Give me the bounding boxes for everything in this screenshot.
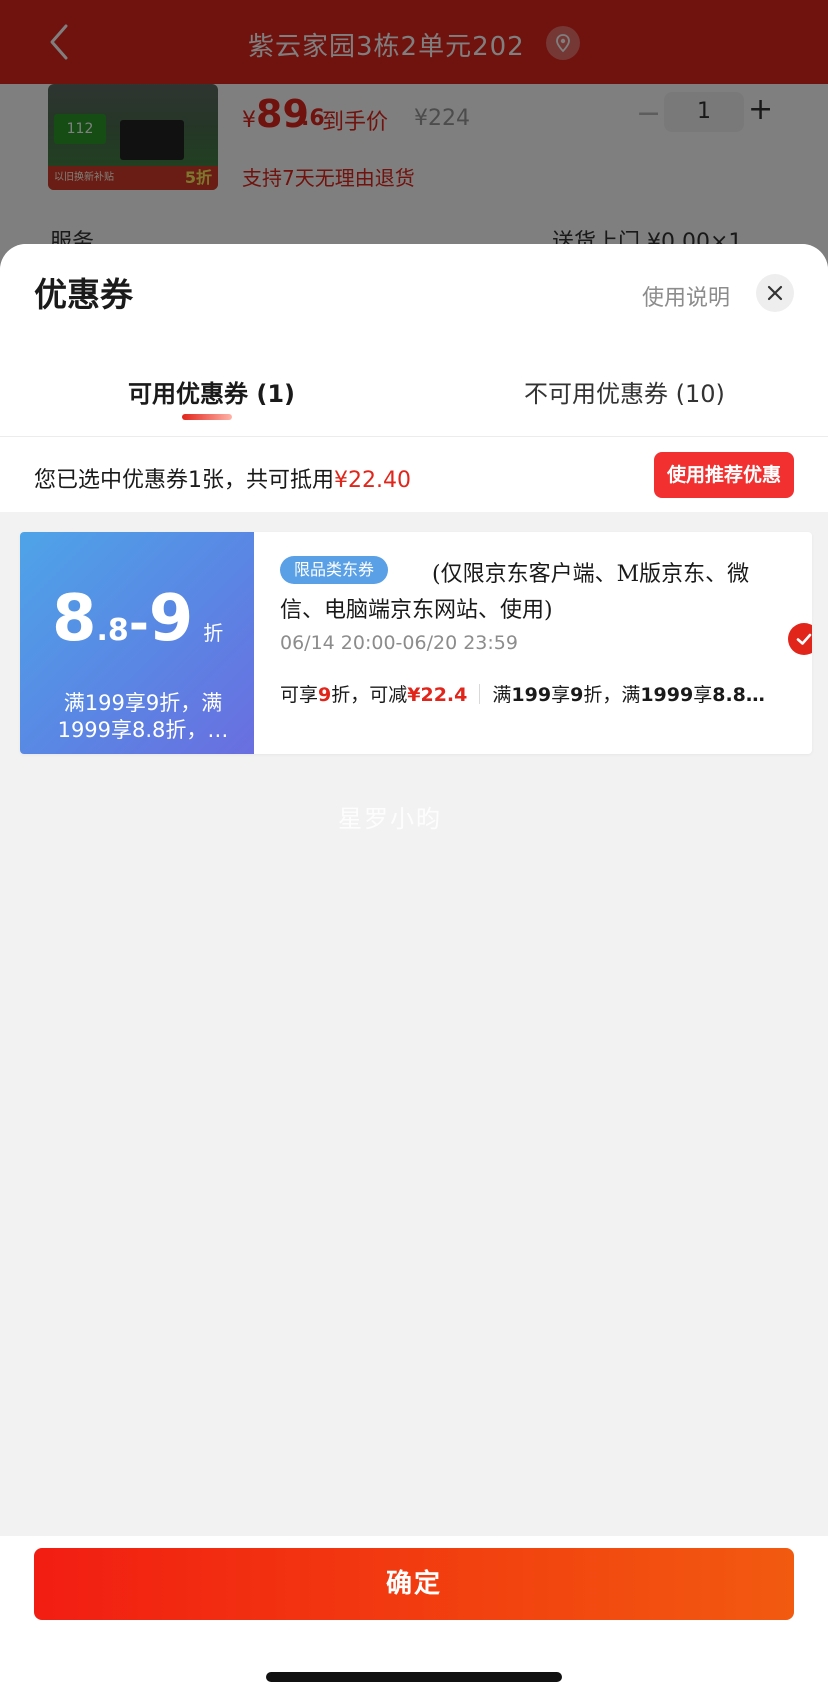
rule-number: 8.8…	[712, 684, 765, 706]
close-button[interactable]	[756, 274, 794, 312]
tab-unavailable-coupons[interactable]: 不可用优惠券 (10)	[524, 374, 725, 409]
coupon-benefit: 可享9折，可减¥22.4 满199享9折，满1999享8.8…	[280, 680, 765, 707]
confirm-button[interactable]: 确定	[34, 1548, 794, 1620]
sheet-header: 优惠券 使用说明 可用优惠券 (1) 不可用优惠券 (10) 您已选中优惠券1张…	[0, 244, 828, 512]
coupon-card[interactable]: 8.8-9 折 满199享9折，满 1999享8.8折，… 限品类东券 (仅限京东…	[20, 532, 812, 754]
discount-digit-2: 9	[148, 582, 194, 656]
discount-unit: 折	[203, 621, 224, 645]
coupon-description-line: (仅限京东客户端、M版京东、微	[432, 562, 750, 587]
coupon-value-panel: 8.8-9 折 满199享9折，满 1999享8.8折，…	[20, 532, 254, 754]
active-tab-indicator	[182, 414, 232, 420]
rule-text: 享	[551, 684, 571, 706]
coupon-type-tag: 限品类东券	[280, 556, 389, 584]
usage-instructions-link[interactable]: 使用说明	[642, 280, 730, 312]
use-recommended-button[interactable]: 使用推荐优惠	[654, 452, 794, 498]
sheet-footer: 确定	[0, 1536, 828, 1694]
coupon-sheet: 优惠券 使用说明 可用优惠券 (1) 不可用优惠券 (10) 您已选中优惠券1张…	[0, 244, 828, 1694]
condition-line: 1999享8.8折，…	[57, 718, 229, 742]
rule-text: 折，满	[583, 684, 641, 706]
coupon-selected-checkbox[interactable]	[788, 623, 812, 655]
benefit-amount: ¥22.4	[407, 684, 468, 706]
discount-decimal: .8	[96, 613, 129, 648]
rule-text: 满	[492, 684, 512, 706]
rule-number: 199	[511, 684, 552, 706]
benefit-rate: 9	[318, 684, 332, 706]
close-icon	[767, 285, 783, 301]
sheet-title: 优惠券	[34, 275, 133, 314]
summary-amount: ¥22.40	[334, 468, 411, 493]
watermark: 星罗小昀	[338, 805, 442, 833]
coupon-description-line: 信、电脑端京东网站、使用)	[280, 598, 553, 623]
benefit-text: 折，可减	[331, 684, 408, 706]
discount-digit: 8	[52, 582, 97, 656]
discount-dash: -	[128, 596, 149, 652]
coupon-conditions: 满199享9折，满 1999享8.8折，…	[38, 690, 248, 744]
summary-text: 您已选中优惠券1张，共可抵用	[34, 468, 334, 493]
rule-text: 享	[693, 684, 713, 706]
condition-line: 满199享9折，满	[63, 691, 223, 715]
benefit-text: 可享	[280, 684, 319, 706]
selection-summary: 您已选中优惠券1张，共可抵用¥22.40	[34, 462, 411, 494]
coupon-discount: 8.8-9 折	[52, 582, 223, 656]
home-indicator	[266, 1672, 562, 1682]
coupon-validity: 06/14 20:00-06/20 23:59	[280, 632, 518, 654]
rule-number: 1999	[640, 684, 694, 706]
separator	[479, 684, 481, 704]
tab-available-coupons[interactable]: 可用优惠券 (1)	[128, 374, 295, 409]
checkmark-icon	[796, 633, 812, 645]
divider	[0, 436, 828, 437]
coupon-details: 限品类东券 (仅限京东客户端、M版京东、微 信、电脑端京东网站、使用) 06/1…	[254, 532, 812, 754]
rule-number: 9	[570, 684, 584, 706]
